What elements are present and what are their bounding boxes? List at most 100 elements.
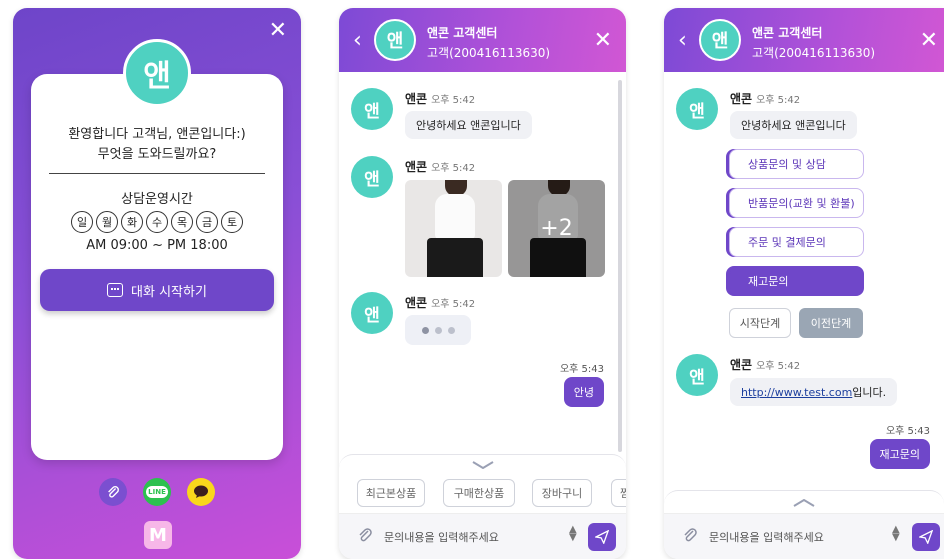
sender-label: 앤콘 [405,160,428,174]
send-icon [595,530,609,544]
welcome-card: 환영합니다 고객님, 앤콘입니다:) 무엇을 도와드릴까요? 상담운영시간 일 … [31,74,283,460]
photo-skirt [427,238,483,277]
day-sat: 토 [221,211,243,233]
product-photo[interactable] [405,180,502,277]
day-thu: 목 [171,211,193,233]
chip-cart[interactable]: 장바구니 [532,479,592,507]
bot-avatar: 앤 [351,156,393,198]
weekday-list: 일 월 화 수 목 금 토 [31,211,283,233]
my-message-bubble: 안녕 [563,377,604,407]
day-sun: 일 [71,211,93,233]
message-time: 오후 5:42 [756,95,801,106]
header-avatar: 앤 [699,19,741,61]
header-subtitle: 고객(200416113630) [427,46,551,60]
send-icon [919,530,933,544]
header-avatar: 앤 [374,19,416,61]
back-icon[interactable]: ‹ [678,28,687,53]
start-chat-button[interactable]: 대화 시작하기 [40,269,274,311]
option-product-inquiry[interactable]: 상품문의 및 상담 [729,149,864,179]
message-bubble: http://www.test.com 입니다. [730,378,898,406]
link-suffix: 입니다. [852,386,887,399]
bot-avatar: 앤 [123,39,191,107]
welcome-panel: ✕ 환영합니다 고객님, 앤콘입니다:) 무엇을 도와드릴까요? 상담운영시간 … [13,8,301,559]
start-chat-label: 대화 시작하기 [131,284,207,300]
chevron-down-icon[interactable] [471,461,495,469]
sender-label: 앤콘 [730,92,753,106]
typing-indicator [405,315,471,345]
sender-name: 앤콘 오후 5:42 [730,356,800,373]
back-to-start-button[interactable]: 시작단계 [729,308,791,338]
input-bar: 문의내용을 입력해주세요 ▲ ▼ [339,513,626,559]
bot-avatar: 앤 [351,292,393,334]
message-time: 오후 5:42 [431,299,476,310]
message-time: 오후 5:42 [431,163,476,174]
resize-icon[interactable]: ▲ ▼ [569,525,577,543]
message-time: 오후 5:42 [756,361,801,372]
option-return-inquiry[interactable]: 반품문의(교환 및 환불) [729,188,864,218]
previous-step-button[interactable]: 이전단계 [799,308,863,338]
scrollbar[interactable] [618,80,622,452]
chat-header: ‹ 앤 앤콘 고객센터 고객(200416113630) ✕ [664,8,944,72]
hours-text: AM 09:00 ~ PM 18:00 [86,238,228,253]
chip-purchased-products[interactable]: 구매한상품 [443,479,515,507]
my-message-time: 오후 5:43 [559,364,604,375]
close-icon[interactable]: ✕ [594,28,612,53]
input-bar: 문의내용을 입력해주세요 ▲ ▼ [664,513,944,559]
bot-avatar: 앤 [676,88,718,130]
chat-bubble-icon [107,283,124,297]
greeting-line-2: 무엇을 도와드릴까요? [97,147,217,162]
quick-menu-tray: 최근본상품 구매한상품 장바구니 찜 [339,454,626,514]
sender-name: 앤콘 오후 5:42 [730,90,800,107]
paperclip-icon[interactable] [357,527,373,547]
bot-avatar: 앤 [676,354,718,396]
day-fri: 금 [196,211,218,233]
sender-name: 앤콘 오후 5:42 [405,158,475,175]
sender-label: 앤콘 [405,296,428,310]
header-subtitle: 고객(200416113630) [752,46,876,60]
message-input[interactable]: 문의내용을 입력해주세요 [384,529,499,545]
kakaotalk-icon[interactable] [187,478,215,506]
message-bubble: 안녕하세요 앤콘입니다 [405,111,532,139]
sender-label: 앤콘 [730,358,753,372]
photo-blouse [435,194,475,239]
chat-panel-2: ‹ 앤 앤콘 고객센터 고객(200416113630) ✕ 앤 앤콘 오후 5:… [664,8,944,559]
header-title: 앤콘 고객센터 [427,26,498,40]
line-label: LINE [146,486,168,498]
header-title: 앤콘 고객센터 [752,26,823,40]
chip-wishlist[interactable]: 찜 [611,479,626,507]
chat-panel-1: ‹ 앤 앤콘 고객센터 고객(200416113630) ✕ 앤 앤콘 오후 5:… [339,8,626,559]
sender-name: 앤콘 오후 5:42 [405,90,475,107]
paperclip-icon[interactable] [99,478,127,506]
send-button[interactable] [912,523,940,551]
day-mon: 월 [96,211,118,233]
greeting-line-1: 환영합니다 고객님, 앤콘입니다:) [68,127,246,142]
divider [49,173,265,174]
chevron-up-icon[interactable] [792,499,816,507]
message-time: 오후 5:42 [431,95,476,106]
my-message-time: 오후 5:43 [885,426,930,437]
hours-title: 상담운영시간 [121,192,193,207]
back-icon[interactable]: ‹ [353,28,362,53]
resize-icon[interactable]: ▲ ▼ [892,525,900,543]
day-wed: 수 [146,211,168,233]
bot-avatar: 앤 [351,88,393,130]
my-message-bubble: 재고문의 [869,439,930,469]
paperclip-icon[interactable] [682,527,698,547]
message-bubble: 안녕하세요 앤콘입니다 [730,111,857,139]
option-stock-inquiry[interactable]: 재고문의 [729,266,864,296]
close-icon[interactable]: ✕ [920,28,938,53]
product-photo-more[interactable]: +2 [508,180,605,277]
message-input[interactable]: 문의내용을 입력해주세요 [709,529,824,545]
line-icon[interactable]: LINE [143,478,171,506]
close-icon[interactable]: ✕ [269,20,287,42]
option-order-inquiry[interactable]: 주문 및 결제문의 [729,227,864,257]
chip-recent-products[interactable]: 최근본상품 [357,479,425,507]
day-tue: 화 [121,211,143,233]
channel-icons: LINE [13,478,301,506]
test-link[interactable]: http://www.test.com [741,386,852,399]
more-photos-count: +2 [508,180,605,277]
sender-name: 앤콘 오후 5:42 [405,294,475,311]
send-button[interactable] [588,523,616,551]
brand-logo: M [144,521,172,549]
chat-header: ‹ 앤 앤콘 고객센터 고객(200416113630) ✕ [339,8,626,72]
